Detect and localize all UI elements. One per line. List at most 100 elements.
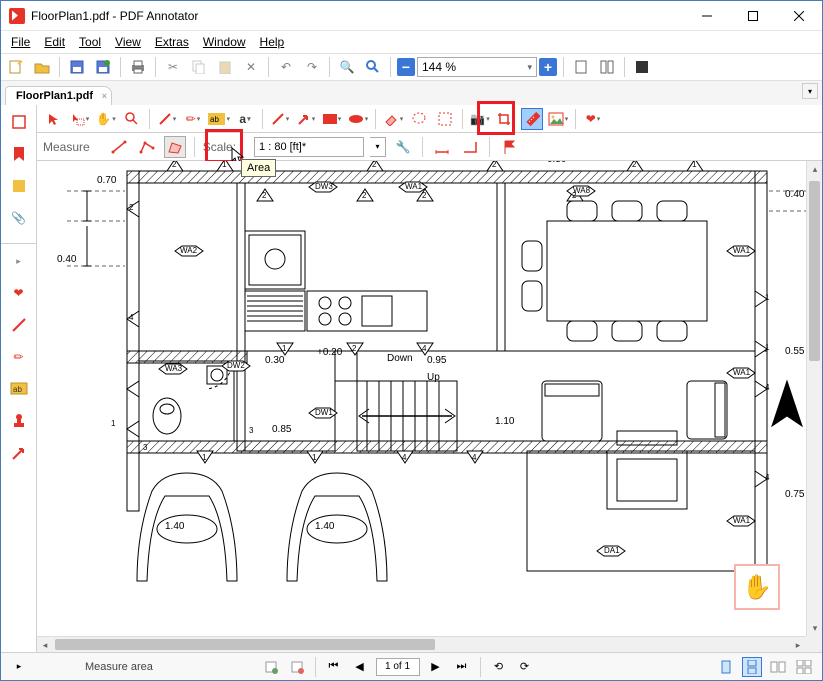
menu-file[interactable]: File	[5, 33, 36, 51]
measure-flag-button[interactable]	[498, 136, 520, 158]
print-button[interactable]	[127, 56, 149, 78]
menu-view[interactable]: View	[109, 33, 147, 51]
menubar: File Edit Tool View Extras Window Help	[1, 31, 822, 53]
page-mode-button-2[interactable]	[596, 56, 618, 78]
fullscreen-button[interactable]	[631, 56, 653, 78]
minimize-button[interactable]	[684, 1, 730, 31]
text-tool-icon[interactable]: ab	[8, 378, 30, 400]
nav-fwd-button[interactable]: ⟳	[515, 657, 535, 677]
page-mode-button-1[interactable]	[570, 56, 592, 78]
select-tool[interactable]	[43, 108, 65, 130]
rectangle-tool[interactable]	[321, 108, 343, 130]
snapshot-tool[interactable]: 📷	[469, 108, 491, 130]
thumbnails-tab-icon[interactable]	[8, 111, 30, 133]
marker-tool-icon[interactable]: ✏	[8, 346, 30, 368]
measure-toolbar: Measure Scale: 1 : 80 [ft]* ▾ 🔧 Area	[37, 133, 822, 161]
lasso-erase-tool[interactable]	[408, 108, 430, 130]
zoom-tool[interactable]	[121, 108, 143, 130]
marker-tool[interactable]: ✏	[182, 108, 204, 130]
menu-tool[interactable]: Tool	[73, 33, 107, 51]
redo-button[interactable]: ↷	[301, 56, 323, 78]
attachments-tab-icon[interactable]: 📎	[8, 207, 30, 229]
crop-tool[interactable]	[495, 108, 517, 130]
layout-two-page-button[interactable]	[768, 657, 788, 677]
stamp-tool-icon[interactable]	[8, 410, 30, 432]
bookmarks-tab-icon[interactable]	[8, 143, 30, 165]
layout-continuous-button[interactable]	[742, 657, 762, 677]
measure-tool[interactable]	[521, 108, 543, 130]
cut-button[interactable]: ✂	[162, 56, 184, 78]
app-window: FloorPlan1.pdf - PDF Annotator File Edit…	[0, 0, 823, 681]
status-tool-1[interactable]	[261, 657, 281, 677]
horizontal-scrollbar[interactable]: ◂ ▸	[37, 636, 806, 652]
scale-dropdown[interactable]: ▾	[370, 137, 386, 157]
maximize-button[interactable]	[730, 1, 776, 31]
menu-help[interactable]: Help	[254, 33, 291, 51]
hand-floating-button[interactable]: ✋	[734, 564, 780, 610]
page-input[interactable]	[376, 658, 420, 676]
pdf-canvas[interactable]: 0.70 0.40 0.50 0.40 0.55 0.75 0.30 0.85 …	[37, 161, 806, 636]
measure-extra-1[interactable]	[431, 136, 453, 158]
notes-tab-icon[interactable]	[8, 175, 30, 197]
favorites-icon[interactable]: ❤	[8, 282, 30, 304]
select-rect-tool[interactable]	[69, 108, 91, 130]
open-button[interactable]	[31, 56, 53, 78]
line-tool[interactable]	[269, 108, 291, 130]
search-button[interactable]	[362, 56, 384, 78]
prev-page-button[interactable]: ◀	[350, 657, 370, 677]
eraser-tool[interactable]	[382, 108, 404, 130]
ellipse-tool[interactable]	[347, 108, 369, 130]
menu-edit[interactable]: Edit	[38, 33, 71, 51]
arrow-tool-icon[interactable]	[8, 442, 30, 464]
document-tab-active[interactable]: FloorPlan1.pdf×	[5, 86, 112, 105]
new-button[interactable]	[5, 56, 27, 78]
measure-perimeter-button[interactable]	[136, 136, 158, 158]
zoom-out-button[interactable]: −	[397, 58, 415, 76]
svg-text:ab: ab	[210, 115, 219, 124]
measure-distance-button[interactable]	[108, 136, 130, 158]
h-scroll-thumb[interactable]	[55, 639, 435, 650]
delete-button[interactable]: ✕	[240, 56, 262, 78]
first-page-button[interactable]: ⏮	[324, 657, 344, 677]
menu-extras[interactable]: Extras	[149, 33, 195, 51]
close-button[interactable]	[776, 1, 822, 31]
vertical-scrollbar[interactable]: ▴ ▾	[806, 161, 822, 636]
status-panel-toggle[interactable]: ▸	[9, 657, 29, 677]
pen-tool-icon[interactable]	[8, 314, 30, 336]
save-as-button[interactable]	[92, 56, 114, 78]
pan-tool[interactable]: ✋	[95, 108, 117, 130]
last-page-button[interactable]: ⏭	[452, 657, 472, 677]
image-tool[interactable]	[547, 108, 569, 130]
paste-button[interactable]	[214, 56, 236, 78]
undo-button[interactable]: ↶	[275, 56, 297, 78]
tab-close-icon[interactable]: ×	[102, 91, 107, 101]
menu-window[interactable]: Window	[197, 33, 252, 51]
text-box-tool[interactable]: ab	[208, 108, 230, 130]
measure-extra-2[interactable]	[459, 136, 481, 158]
status-tool-2[interactable]	[287, 657, 307, 677]
main-toolbar: ✂ ✕ ↶ ↷ 🔍 − 144 %▾ +	[1, 53, 822, 81]
save-button[interactable]	[66, 56, 88, 78]
titlebar: FloorPlan1.pdf - PDF Annotator	[1, 1, 822, 31]
text-tool[interactable]: a	[234, 108, 256, 130]
floorplan-drawing: 0.70 0.40 0.50 0.40 0.55 0.75 0.30 0.85 …	[67, 161, 806, 611]
zoom-in-button[interactable]: +	[539, 58, 557, 76]
layout-two-continuous-button[interactable]	[794, 657, 814, 677]
pen-tool[interactable]	[156, 108, 178, 130]
layout-single-button[interactable]	[716, 657, 736, 677]
favorites-tool[interactable]: ❤	[582, 108, 604, 130]
zoom-combo[interactable]: 144 %▾	[417, 57, 537, 77]
toolbox-expand-icon[interactable]: ▸	[8, 250, 30, 272]
arrow-annotation-tool[interactable]	[295, 108, 317, 130]
erase-rect-tool[interactable]	[434, 108, 456, 130]
v-scroll-thumb[interactable]	[809, 181, 820, 361]
nav-back-button[interactable]: ⟲	[489, 657, 509, 677]
scale-settings-button[interactable]: 🔧	[392, 136, 414, 158]
measure-area-button[interactable]	[164, 136, 186, 158]
next-page-button[interactable]: ▶	[426, 657, 446, 677]
copy-button[interactable]	[188, 56, 210, 78]
tabs-dropdown[interactable]: ▾	[802, 83, 818, 99]
scale-input[interactable]: 1 : 80 [ft]*	[254, 137, 364, 157]
find-button[interactable]: 🔍	[336, 56, 358, 78]
app-logo-icon	[9, 8, 25, 24]
